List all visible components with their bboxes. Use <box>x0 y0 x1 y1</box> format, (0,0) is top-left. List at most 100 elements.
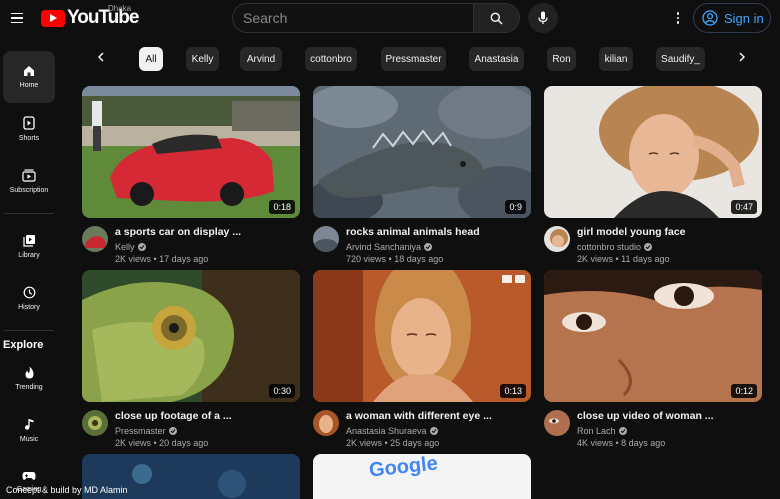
verified-badge-icon <box>618 427 627 435</box>
channel-name[interactable]: Ron Lach <box>577 426 627 436</box>
video-title[interactable]: rocks animal animals head <box>346 226 480 238</box>
thumbnail-controls <box>502 275 525 283</box>
verified-badge-icon <box>644 243 653 251</box>
video-thumbnail[interactable]: 0:12 <box>544 270 762 402</box>
sidebar-item-shorts[interactable]: Shorts <box>3 103 55 155</box>
video-views: 2K views <box>115 438 152 448</box>
chip-arvind[interactable]: Arvind <box>240 47 282 71</box>
chip-kelly[interactable]: Kelly <box>186 47 219 71</box>
channel-name-text: Pressmaster <box>115 426 166 436</box>
sidebar-item-home[interactable]: Home <box>3 51 55 103</box>
chip-pressmaster[interactable]: Pressmaster <box>381 47 446 71</box>
home-icon <box>24 66 34 76</box>
channel-name[interactable]: cottonbro studio <box>577 242 653 252</box>
video-duration: 0:47 <box>731 200 757 214</box>
voice-search-button[interactable] <box>528 3 558 33</box>
explore-heading: Explore <box>3 339 44 351</box>
sidebar-divider <box>4 213 54 214</box>
video-thumbnail[interactable]: 0:30 <box>82 270 300 402</box>
chevron-right-icon <box>739 52 745 62</box>
chips-scroll-right-button[interactable] <box>734 49 750 65</box>
video-age: 20 days ago <box>159 438 209 448</box>
channel-name[interactable]: Pressmaster <box>115 426 177 436</box>
sidebar-item-label: Home <box>19 82 39 89</box>
chip-anastasia[interactable]: Anastasia <box>469 47 524 71</box>
account-circle-icon <box>702 10 718 26</box>
sign-in-label: Sign in <box>724 10 764 26</box>
channel-avatar[interactable] <box>82 226 108 252</box>
video-thumbnail[interactable]: 0:47 <box>544 86 762 218</box>
volume-icon[interactable] <box>502 275 512 283</box>
verified-badge-icon <box>424 243 433 251</box>
video-thumbnail[interactable]: 0:18 <box>82 86 300 218</box>
chips-scroll-left-button[interactable] <box>93 49 109 65</box>
thumbnail-image <box>82 270 300 402</box>
thumbnail-image <box>544 270 762 402</box>
channel-name[interactable]: Arvind Sanchaniya <box>346 242 433 252</box>
channel-avatar[interactable] <box>313 226 339 252</box>
video-thumbnail[interactable]: 0:9 <box>313 86 531 218</box>
top-bar: YouTube Dhaka Sign in <box>0 0 780 38</box>
youtube-play-icon <box>41 9 65 27</box>
google-logo-text: Google <box>367 454 439 482</box>
chip-all[interactable]: All <box>139 47 163 71</box>
video-views: 4K views <box>577 438 614 448</box>
video-age: 17 days ago <box>159 254 209 264</box>
library-icon <box>22 234 35 247</box>
channel-avatar[interactable] <box>544 410 570 436</box>
music-icon <box>24 418 33 430</box>
menu-icon[interactable] <box>7 8 27 28</box>
video-meta: 4K views • 8 days ago <box>577 438 666 448</box>
video-title[interactable]: a sports car on display ... <box>115 226 241 238</box>
video-meta: 2K views • 20 days ago <box>115 438 209 448</box>
sign-in-button[interactable]: Sign in <box>693 3 771 33</box>
channel-avatar[interactable] <box>544 226 570 252</box>
sidebar-item-label: History <box>18 303 40 311</box>
video-age: 25 days ago <box>390 438 440 448</box>
video-thumbnail[interactable]: Google <box>313 454 531 499</box>
video-duration: 0:30 <box>269 384 295 398</box>
sidebar-item-library[interactable]: Library <box>3 220 55 272</box>
video-meta: 720 views • 18 days ago <box>346 254 444 264</box>
sidebar-item-history[interactable]: History <box>3 272 55 324</box>
channel-name[interactable]: Anastasia Shuraeva <box>346 426 438 436</box>
video-title[interactable]: close up video of woman ... <box>577 410 714 422</box>
more-options-icon[interactable] <box>670 8 686 28</box>
video-meta: 2K views • 25 days ago <box>346 438 440 448</box>
video-thumbnail[interactable]: 0:13 <box>313 270 531 402</box>
search-icon <box>490 12 503 24</box>
sidebar-item-music[interactable]: Music <box>3 404 55 456</box>
video-title[interactable]: a woman with different eye ... <box>346 410 492 422</box>
video-meta: 2K views • 17 days ago <box>115 254 209 264</box>
video-duration: 0:18 <box>269 200 295 214</box>
youtube-logo[interactable]: YouTube Dhaka <box>41 4 139 30</box>
video-meta: 2K views • 11 days ago <box>577 254 670 264</box>
video-views: 2K views <box>577 254 614 264</box>
channel-name-text: Anastasia Shuraeva <box>346 426 427 436</box>
fire-icon <box>25 366 33 378</box>
chip-ron[interactable]: Ron <box>547 47 576 71</box>
history-icon <box>23 286 35 298</box>
video-title[interactable]: close up footage of a ... <box>115 410 232 422</box>
channel-name[interactable]: Kelly <box>115 242 146 252</box>
region-code: Dhaka <box>108 4 132 13</box>
search-input[interactable] <box>233 4 475 32</box>
sidebar-item-trending[interactable]: Trending <box>3 352 55 404</box>
microphone-icon <box>538 11 548 24</box>
chip-kilian[interactable]: kilian <box>599 47 633 71</box>
sidebar-item-subscriptions[interactable]: Subscription <box>3 155 55 207</box>
channel-avatar[interactable] <box>313 410 339 436</box>
thumbnail-image <box>313 270 531 402</box>
thumbnail-image <box>544 86 762 218</box>
sidebar-item-label: Library <box>18 251 40 259</box>
chip-cottonbro[interactable]: cottonbro <box>305 47 357 71</box>
video-title[interactable]: girl model young face <box>577 226 686 238</box>
video-duration: 0:9 <box>505 200 526 214</box>
subscriptions-icon <box>22 168 36 182</box>
channel-avatar[interactable] <box>82 410 108 436</box>
verified-badge-icon <box>429 427 438 435</box>
gaming-icon <box>22 472 36 480</box>
search-button[interactable] <box>473 4 519 32</box>
chip-saudify[interactable]: Saudify_ <box>656 47 705 71</box>
captions-icon[interactable] <box>515 275 525 283</box>
